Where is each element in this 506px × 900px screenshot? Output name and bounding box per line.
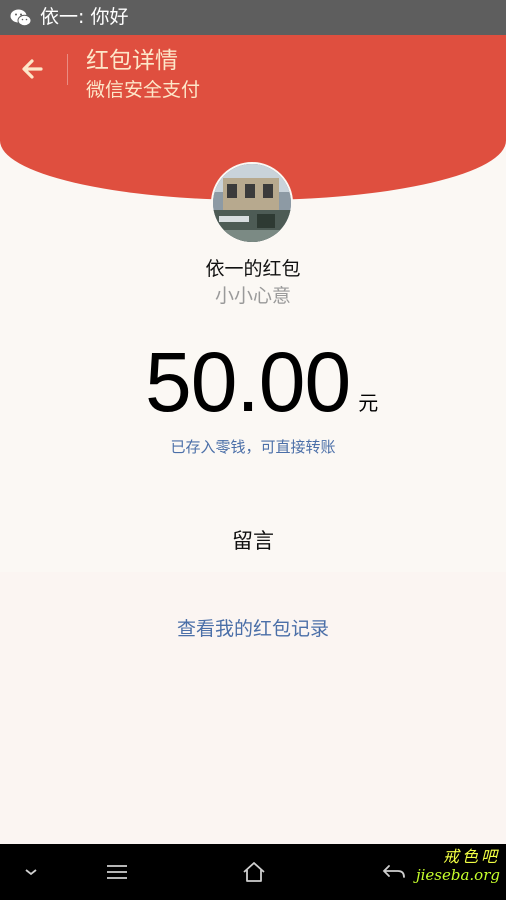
avatar[interactable]	[211, 162, 293, 244]
chevron-down-icon	[25, 869, 37, 876]
wechat-icon	[10, 9, 32, 26]
amount-value: 50.00	[145, 335, 351, 429]
page-title: 红包详情	[86, 48, 178, 74]
avatar-photo	[213, 164, 291, 242]
nav-menu-button[interactable]	[100, 844, 134, 900]
nav-back-button[interactable]	[376, 844, 412, 900]
sender-name: 依一的红包	[205, 258, 301, 280]
nav-home-button[interactable]	[236, 844, 272, 900]
back-icon	[382, 865, 405, 878]
lower-panel	[0, 572, 506, 844]
page-subtitle: 微信安全支付	[86, 79, 201, 101]
arrow-left-icon	[22, 59, 43, 79]
message-label: 留言	[232, 529, 274, 553]
amount-row: 50.00 元	[145, 340, 378, 424]
header-divider	[67, 54, 68, 85]
watermark-chinese: 戒色吧	[442, 847, 500, 866]
deposit-notice-link[interactable]: 已存入零钱，可直接转账	[0, 436, 506, 457]
nav-hide-button[interactable]	[14, 844, 48, 900]
watermark-url: jieseba.org	[415, 866, 500, 884]
home-icon	[243, 862, 265, 882]
menu-icon	[107, 865, 127, 879]
view-records-link[interactable]: 查看我的红包记录	[0, 614, 506, 641]
amount-unit: 元	[358, 391, 379, 415]
notification-text: 依一: 你好	[40, 6, 129, 28]
watermark: 戒色吧 jieseba.org	[415, 847, 500, 885]
status-bar: 依一: 你好	[0, 0, 506, 35]
back-button[interactable]	[16, 53, 52, 85]
wish-text: 小小心意	[214, 285, 291, 307]
